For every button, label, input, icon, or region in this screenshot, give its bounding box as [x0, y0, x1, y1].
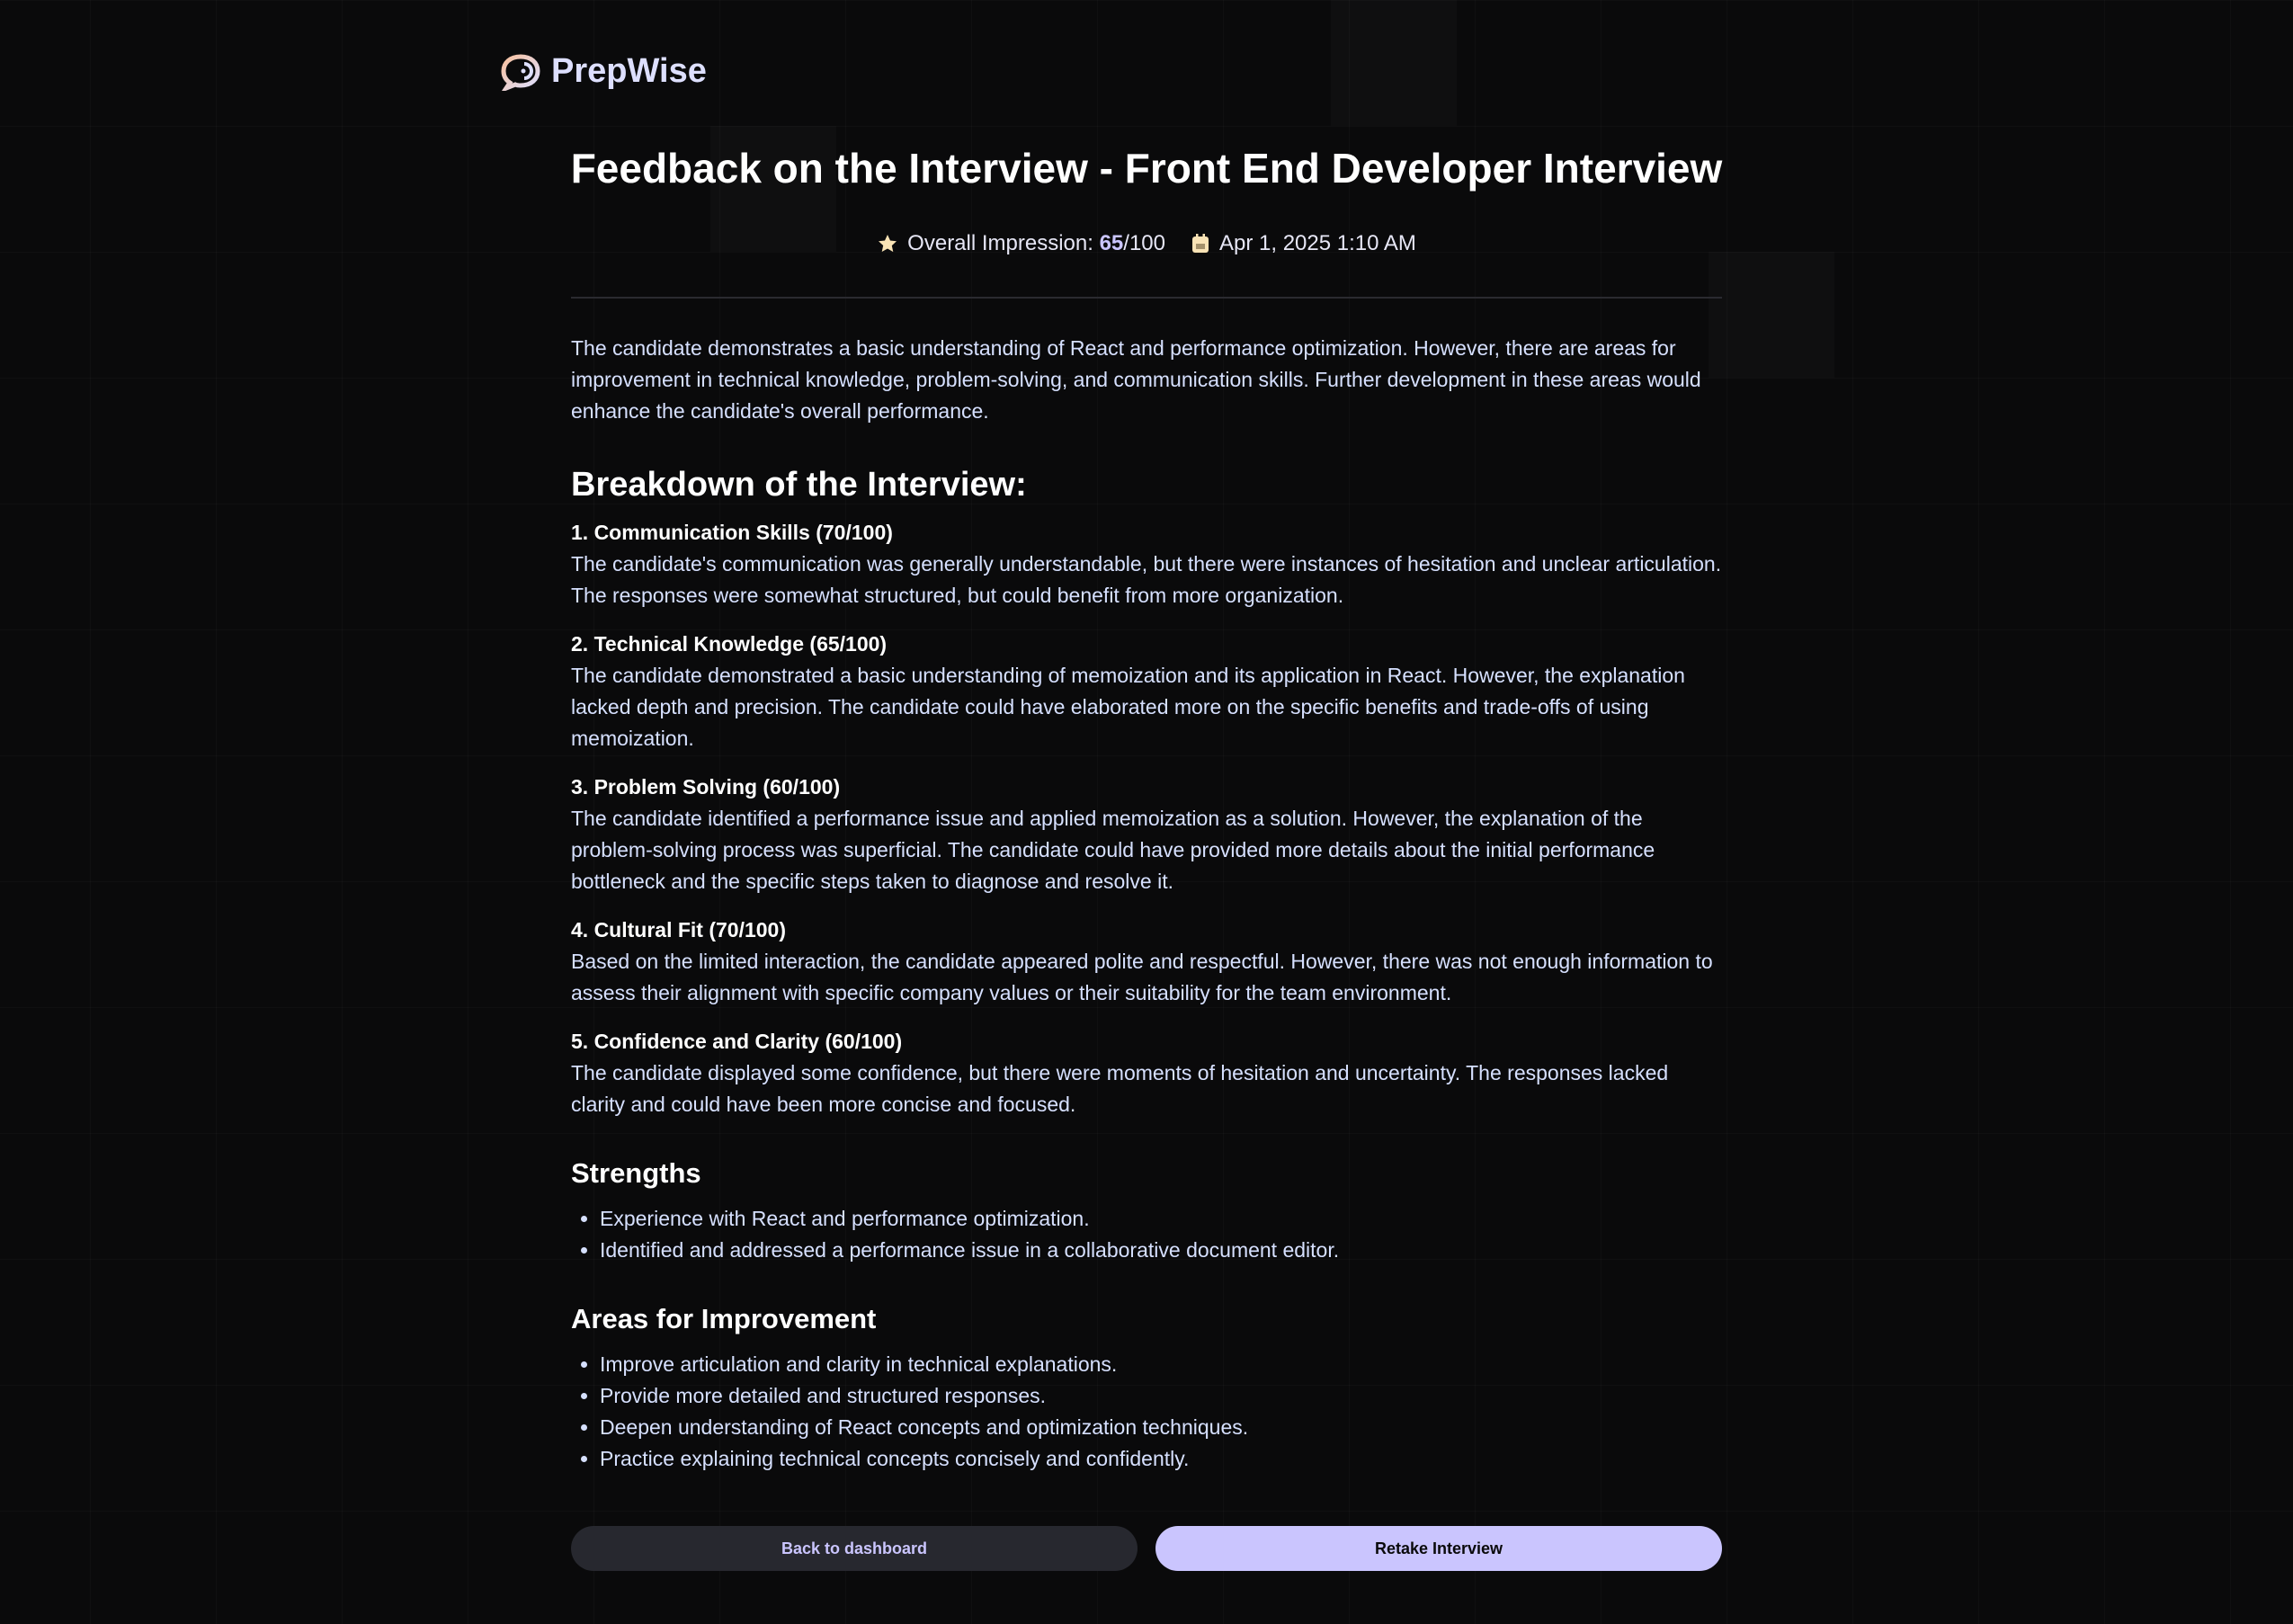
strengths-list: Experience with React and performance op…	[571, 1203, 1722, 1266]
category-item: 1. Communication Skills (70/100) The cand…	[571, 517, 1722, 611]
impression-score: 65	[1099, 231, 1124, 255]
summary-text: The candidate demonstrates a basic under…	[571, 336, 1701, 423]
category-item: 5. Confidence and Clarity (60/100) The ca…	[571, 1026, 1722, 1120]
background-tile	[1331, 0, 1457, 126]
category-item: 3. Problem Solving (60/100) The candidate…	[571, 772, 1722, 897]
brand-name: PrepWise	[551, 52, 707, 90]
overall-impression: Overall Impression: 65/100	[877, 231, 1165, 256]
star-icon	[879, 235, 897, 253]
list-item: Deepen understanding of React concepts a…	[600, 1412, 1722, 1443]
action-buttons: Back to dashboard Retake Interview	[571, 1526, 1722, 1571]
improvements-heading: Areas for Improvement	[571, 1303, 877, 1334]
feedback-meta: Overall Impression: 65/100 Apr 1, 2025 1…	[0, 231, 2293, 256]
category-heading: 2. Technical Knowledge (65/100)	[571, 632, 888, 656]
interview-date: Apr 1, 2025 1:10 AM	[1191, 231, 1416, 256]
impression-max: /100	[1123, 231, 1165, 255]
category-heading: 1. Communication Skills (70/100)	[571, 521, 893, 544]
strengths-heading: Strengths	[571, 1157, 701, 1189]
list-item: Practice explaining technical concepts c…	[600, 1443, 1722, 1475]
calendar-icon	[1192, 234, 1209, 253]
divider	[571, 297, 1722, 299]
breakdown-heading: Breakdown of the Interview:	[571, 466, 1027, 504]
chat-bubble-logo-icon	[501, 53, 540, 91]
date-text: Apr 1, 2025 1:10 AM	[1219, 231, 1416, 255]
impression-label: Overall Impression:	[907, 231, 1100, 255]
category-item: 2. Technical Knowledge (65/100) The candi…	[571, 629, 1722, 754]
list-item: Provide more detailed and structured res…	[600, 1380, 1722, 1412]
feedback-content: The candidate demonstrates a basic under…	[571, 333, 1722, 1475]
category-heading: 4. Cultural Fit (70/100)	[571, 918, 787, 941]
improvements-list: Improve articulation and clarity in tech…	[571, 1349, 1722, 1475]
category-text: The candidate displayed some confidence,…	[571, 1061, 1669, 1116]
brand-logo[interactable]: PrepWise	[499, 52, 707, 91]
category-heading: 3. Problem Solving (60/100)	[571, 775, 841, 799]
category-text: The candidate identified a performance i…	[571, 807, 1655, 893]
retake-interview-button[interactable]: Retake Interview	[1155, 1526, 1722, 1571]
category-text: The candidate demonstrated a basic under…	[571, 664, 1685, 750]
list-item: Experience with React and performance op…	[600, 1203, 1722, 1235]
category-text: Based on the limited interaction, the ca…	[571, 950, 1713, 1004]
page-title: Feedback on the Interview - Front End De…	[570, 145, 1723, 192]
background-tile	[1709, 252, 1834, 378]
category-text: The candidate's communication was genera…	[571, 552, 1722, 607]
category-heading: 5. Confidence and Clarity (60/100)	[571, 1030, 903, 1053]
list-item: Identified and addressed a performance i…	[600, 1235, 1722, 1266]
back-to-dashboard-button[interactable]: Back to dashboard	[571, 1526, 1138, 1571]
list-item: Improve articulation and clarity in tech…	[600, 1349, 1722, 1380]
category-item: 4. Cultural Fit (70/100) Based on the lim…	[571, 915, 1722, 1009]
